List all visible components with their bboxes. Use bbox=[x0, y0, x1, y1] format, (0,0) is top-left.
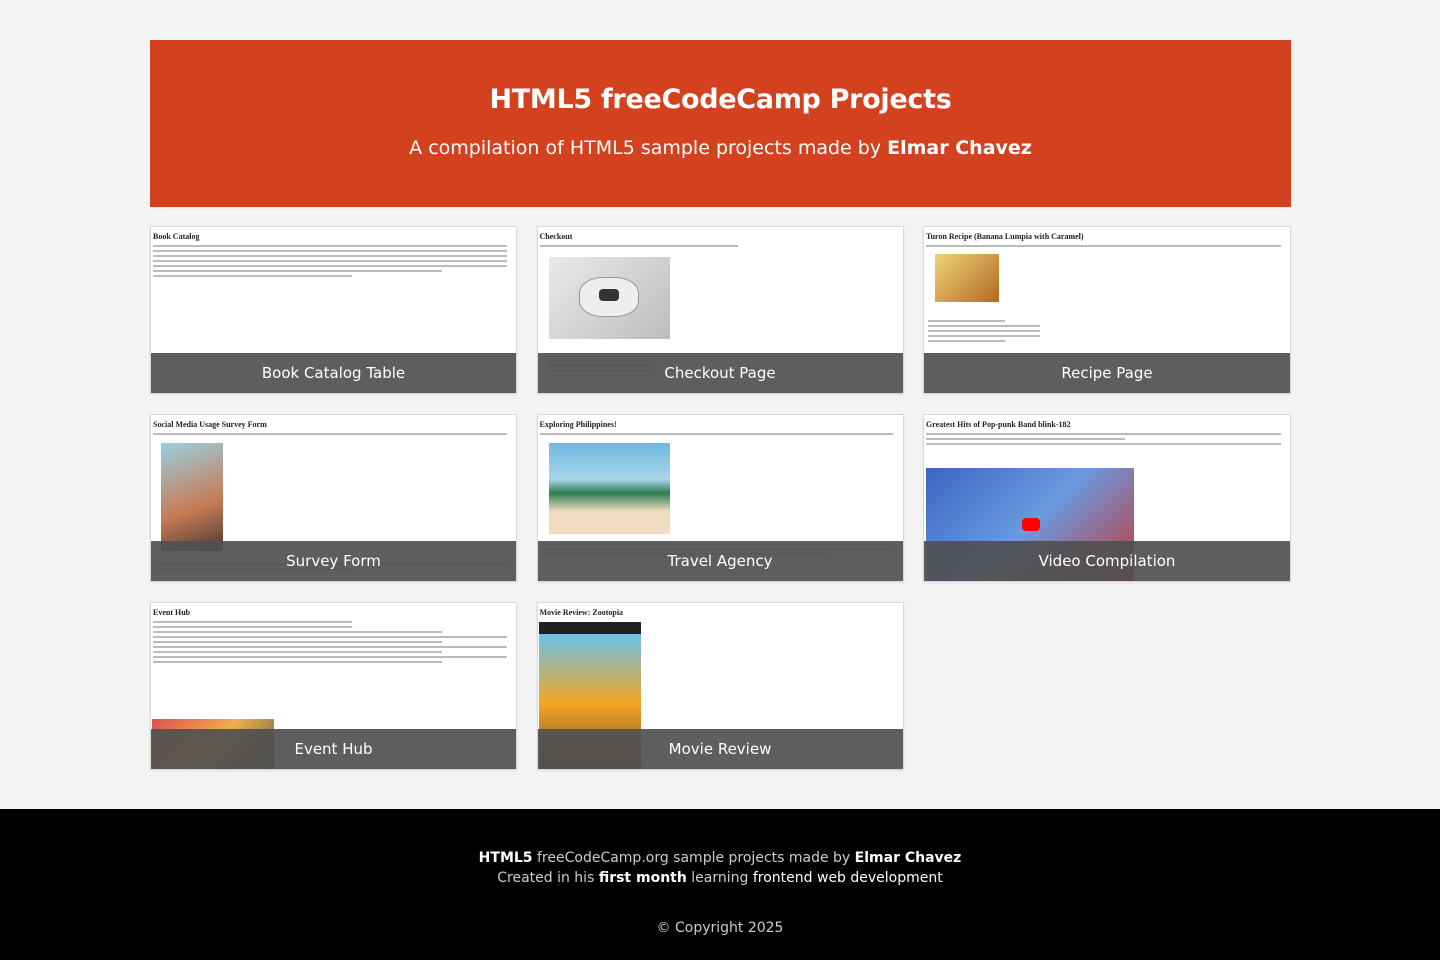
play-icon[interactable] bbox=[1022, 518, 1040, 531]
card-caption: Travel Agency bbox=[537, 541, 903, 581]
card-caption: Checkout Page bbox=[537, 353, 903, 393]
author-name: Elmar Chavez bbox=[887, 137, 1032, 159]
card-caption: Video Compilation bbox=[924, 541, 1290, 581]
footer-author: Elmar Chavez bbox=[854, 850, 962, 866]
card-caption: Recipe Page bbox=[924, 353, 1290, 393]
survey-image bbox=[161, 443, 223, 551]
page-subtitle: A compilation of HTML5 sample projects m… bbox=[409, 137, 1032, 159]
copyright: © Copyright 2025 bbox=[656, 920, 784, 936]
card-caption: Book Catalog Table bbox=[151, 353, 516, 393]
card-caption: Movie Review bbox=[537, 729, 903, 769]
project-card-event-hub[interactable]: Event Hub Event Hub bbox=[150, 602, 517, 770]
footer-credit: HTML5 freeCodeCamp.org sample projects m… bbox=[478, 850, 962, 866]
footer-tagline: Created in his first month learning fron… bbox=[497, 870, 943, 886]
project-card-travel-agency[interactable]: Exploring Philippines! Travel Agency bbox=[536, 414, 904, 582]
page-title: HTML5 freeCodeCamp Projects bbox=[489, 84, 952, 115]
project-card-video-compilation[interactable]: Greatest Hits of Pop-punk Band blink-182… bbox=[923, 414, 1291, 582]
project-card-book-catalog[interactable]: Book Catalog Book Catalog Table bbox=[150, 226, 517, 394]
project-card-survey-form[interactable]: Social Media Usage Survey Form Survey Fo… bbox=[150, 414, 517, 582]
page-footer: HTML5 freeCodeCamp.org sample projects m… bbox=[0, 809, 1440, 960]
beach-image bbox=[548, 443, 670, 534]
project-card-checkout[interactable]: Checkout Checkout Page bbox=[536, 226, 904, 394]
page-header: HTML5 freeCodeCamp Projects A compilatio… bbox=[150, 40, 1291, 207]
project-grid: Book Catalog Book Catalog Table Checkout… bbox=[150, 226, 1291, 770]
project-card-recipe[interactable]: Turon Recipe (Banana Lumpia with Caramel… bbox=[923, 226, 1291, 394]
recipe-image bbox=[935, 254, 999, 302]
product-image bbox=[548, 257, 670, 339]
card-caption: Survey Form bbox=[151, 541, 516, 581]
project-card-movie-review[interactable]: Movie Review: Zootopia Movie Review bbox=[536, 602, 904, 770]
card-caption: Event Hub bbox=[151, 729, 516, 769]
